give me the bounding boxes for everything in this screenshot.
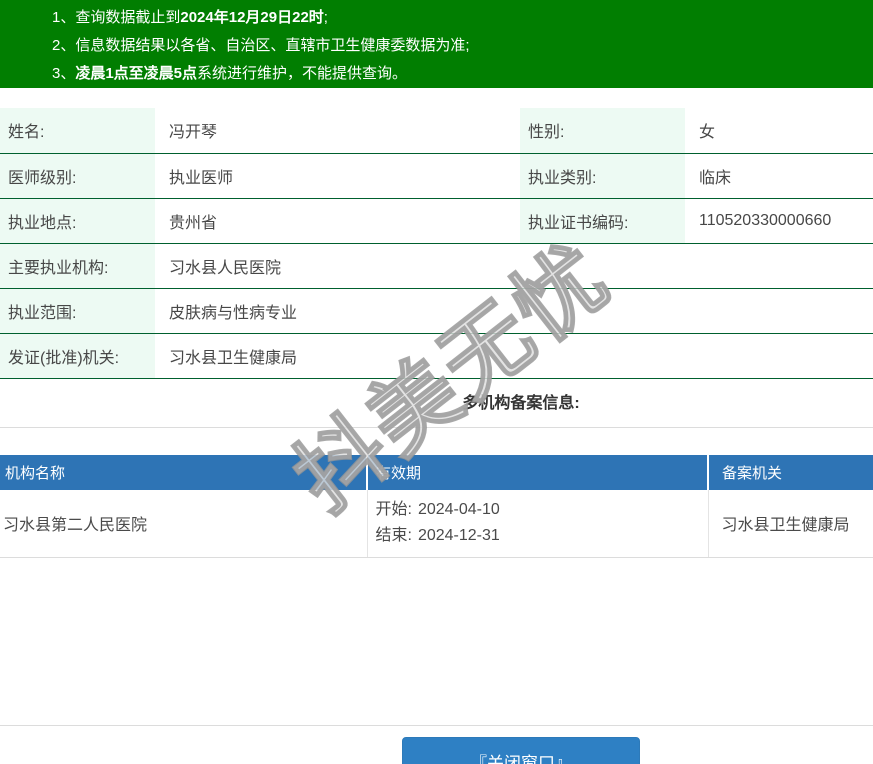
cert-code-label: 执业证书编码: [520, 198, 685, 244]
notice-3-post: 系统进行维护，不能提供查询。 [197, 65, 408, 82]
close-window-button[interactable]: 『关闭窗口』 [402, 737, 640, 764]
start-label: 开始: [375, 501, 412, 519]
notice-3-num: 3、 [52, 65, 76, 82]
notice-banner: 1、查询数据截止到2024年12月29日22时; 2、信息数据结果以各省、自治区… [0, 0, 873, 88]
level-value: 执业医师 [155, 153, 520, 199]
issuer-label: 发证(批准)机关: [0, 333, 155, 379]
location-label: 执业地点: [0, 198, 155, 244]
category-label: 执业类别: [520, 153, 685, 199]
doctor-info-table: 姓名: 冯开琴 性别: 女 医师级别: 执业医师 执业类别: 临床 执业地点: … [0, 108, 873, 379]
level-label: 医师级别: [0, 153, 155, 199]
filing-data-row: 习水县第二人民医院 开始: 2024-04-10 结束: 2024-12-31 习水… [0, 489, 873, 558]
gender-label: 性别: [520, 108, 685, 154]
filing-table: 机构名称 有效期 备案机关 习水县第二人民医院 开始: 2024-04-10 结束… [0, 454, 873, 558]
table-row: 姓名: 冯开琴 性别: 女 [0, 108, 873, 154]
table-row: 医师级别: 执业医师 执业类别: 临床 [0, 153, 873, 199]
notice-line-2: 2、信息数据结果以各省、自治区、直辖市卫生健康委数据为准; [52, 32, 873, 60]
notice-line-1: 1、查询数据截止到2024年12月29日22时; [52, 4, 873, 32]
notice-1-num: 1、 [52, 9, 76, 26]
validity-start-line: 开始: 2024-04-10 [376, 497, 708, 523]
footer-divider [0, 725, 873, 726]
filing-org-value: 习水县第二人民医院 [0, 489, 367, 558]
validity-end-line: 结束: 2024-12-31 [376, 523, 708, 549]
cert-code-value: 110520330000660 [685, 198, 873, 244]
query-result-page: 1、查询数据截止到2024年12月29日22时; 2、信息数据结果以各省、自治区… [0, 0, 873, 764]
filing-header-org: 机构名称 [0, 454, 367, 490]
table-row: 发证(批准)机关: 习水县卫生健康局 [0, 333, 873, 379]
main-org-label: 主要执业机构: [0, 243, 155, 289]
filing-header-row: 机构名称 有效期 备案机关 [0, 454, 873, 490]
table-row: 主要执业机构: 习水县人民医院 [0, 243, 873, 289]
filing-header-validity: 有效期 [366, 454, 708, 490]
filing-authority-value: 习水县卫生健康局 [707, 489, 873, 558]
table-row: 执业范围: 皮肤病与性病专业 [0, 288, 873, 334]
scope-label: 执业范围: [0, 288, 155, 334]
notice-1-text: 查询数据截止到 [75, 9, 181, 26]
notice-1-post: ; [323, 9, 328, 26]
category-value: 临床 [685, 153, 873, 199]
filing-header-authority: 备案机关 [707, 454, 873, 490]
table-row: 执业地点: 贵州省 执业证书编码: 110520330000660 [0, 198, 873, 244]
end-label: 结束: [375, 527, 412, 545]
name-value: 冯开琴 [155, 108, 520, 154]
multi-org-section-title: 多机构备案信息: [0, 379, 873, 428]
notice-line-3: 3、凌晨1点至凌晨5点系统进行维护，不能提供查询。 [52, 60, 873, 88]
notice-3-bold: 凌晨1点至凌晨5点 [75, 65, 198, 82]
name-label: 姓名: [0, 108, 155, 154]
issuer-value: 习水县卫生健康局 [155, 333, 873, 379]
filing-validity-cell: 开始: 2024-04-10 结束: 2024-12-31 [366, 489, 708, 558]
notice-1-bold: 2024年12月29日22时 [180, 9, 324, 26]
start-date: 2024-04-10 [417, 501, 500, 519]
gender-value: 女 [685, 108, 873, 154]
notice-2-num: 2、 [52, 37, 76, 54]
scope-value: 皮肤病与性病专业 [155, 288, 873, 334]
main-org-value: 习水县人民医院 [155, 243, 873, 289]
end-date: 2024-12-31 [417, 527, 500, 545]
notice-2-text: 信息数据结果以各省、自治区、直辖市卫生健康委数据为准; [75, 37, 470, 54]
location-value: 贵州省 [155, 198, 520, 244]
